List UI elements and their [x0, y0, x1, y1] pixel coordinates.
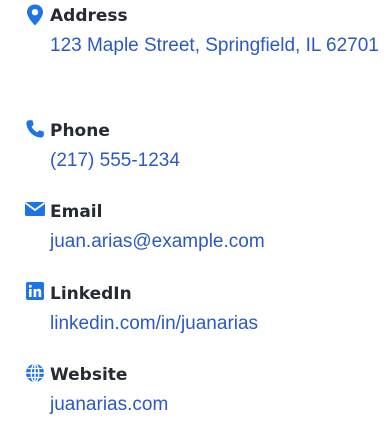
contact-label-address: Address [50, 6, 128, 26]
map-pin-icon [24, 4, 46, 26]
phone-icon [24, 119, 46, 141]
phone-link[interactable]: (217) 555-1234 [50, 148, 382, 174]
linkedin-icon [24, 282, 46, 304]
contact-label-email: Email [50, 202, 103, 222]
linkedin-link[interactable]: linkedin.com/in/juanarias [50, 311, 382, 337]
contact-label-website: Website [50, 365, 128, 385]
globe-icon [24, 363, 46, 385]
email-link[interactable]: juan.arias@example.com [50, 229, 382, 255]
contact-label-linkedin: LinkedIn [50, 284, 132, 304]
contact-label-phone: Phone [50, 121, 110, 141]
contact-value-address: 123 Maple Street, Springfield, IL 62701 [50, 35, 379, 56]
envelope-icon [24, 200, 46, 222]
website-link[interactable]: juanarias.com [50, 392, 382, 418]
